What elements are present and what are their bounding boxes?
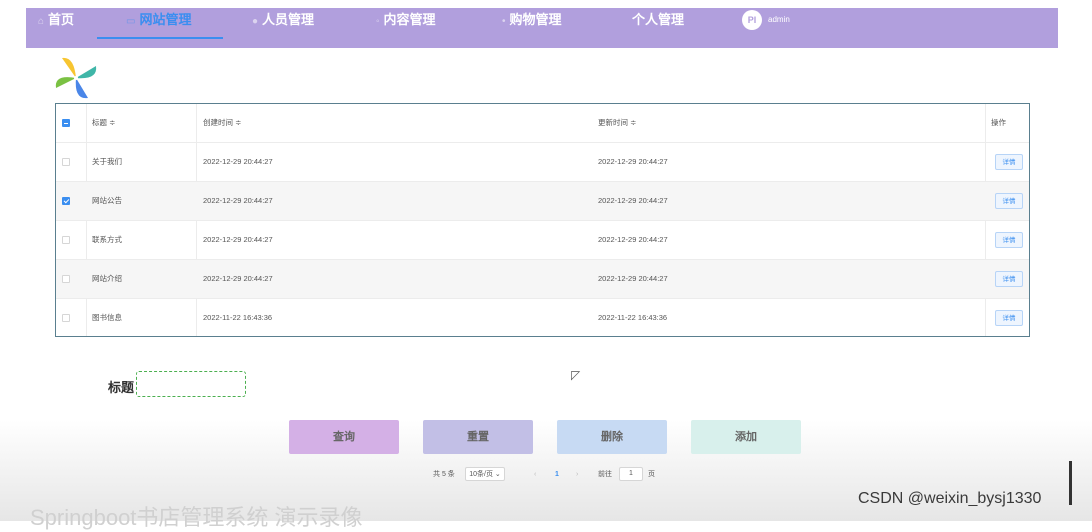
- table-row: 联系方式 2022-12-29 20:44:27 2022-12-29 20:4…: [56, 221, 1029, 260]
- avatar: PI: [742, 10, 762, 30]
- cell-updated: 2022-12-29 20:44:27: [598, 157, 668, 166]
- content-icon: ◦: [376, 16, 380, 27]
- nav-item-label: 人员管理: [262, 12, 315, 27]
- detail-button[interactable]: 详情: [995, 193, 1023, 209]
- query-button[interactable]: 查询: [289, 420, 399, 454]
- cell-created: 2022-12-29 20:44:27: [203, 235, 273, 244]
- cell-title: 网站介绍: [92, 274, 122, 283]
- cell-title: 联系方式: [92, 235, 122, 244]
- detail-button[interactable]: 详情: [995, 310, 1023, 326]
- search-label: 标题: [108, 380, 135, 395]
- scrollbar-thumb[interactable]: [1069, 461, 1072, 505]
- select-all-checkbox[interactable]: [62, 119, 70, 127]
- cell-updated: 2022-12-29 20:44:27: [598, 235, 668, 244]
- cell-created: 2022-11-22 16:43:36: [203, 313, 273, 322]
- detail-button[interactable]: 详情: [995, 271, 1023, 287]
- page-size-value: 10条/页: [469, 471, 493, 478]
- mouse-cursor-icon: ◸: [571, 368, 581, 382]
- page-size-select[interactable]: 10条/页 ⌄: [465, 467, 505, 481]
- user-icon: ●: [252, 16, 259, 27]
- cell-created: 2022-12-29 20:44:27: [203, 157, 273, 166]
- footer-caption: Springboot书店管理系统 演示录像: [30, 505, 363, 530]
- row-checkbox[interactable]: [62, 314, 70, 322]
- cell-title: 关于我们: [92, 157, 122, 166]
- cell-updated: 2022-11-22 16:43:36: [598, 313, 668, 322]
- cell-created: 2022-12-29 20:44:27: [203, 274, 273, 283]
- cart-icon: •: [502, 16, 506, 27]
- delete-button[interactable]: 删除: [557, 420, 667, 454]
- pinwheel-logo-icon: [55, 57, 97, 99]
- nav-item-label: 购物管理: [509, 12, 562, 27]
- nav-item-site-management[interactable]: ▭ 网站管理: [126, 0, 191, 40]
- row-checkbox[interactable]: [62, 236, 70, 244]
- row-checkbox[interactable]: [62, 275, 70, 283]
- header-action: 操作: [991, 118, 1006, 127]
- add-button[interactable]: 添加: [691, 420, 801, 454]
- table-row: 关于我们 2022-12-29 20:44:27 2022-12-29 20:4…: [56, 143, 1029, 182]
- username: admin: [768, 15, 790, 24]
- cell-created: 2022-12-29 20:44:27: [203, 196, 273, 205]
- title-search-input[interactable]: [136, 371, 246, 397]
- table-header-row: 标题 ≑ 创建时间 ≑ 更新时间 ≑ 操作: [56, 104, 1029, 143]
- nav-item-label: 个人管理: [632, 12, 685, 27]
- goto-label: 前往: [598, 471, 612, 478]
- nav-item-label: 网站管理: [139, 12, 192, 27]
- nav-item-home[interactable]: ⌂ 首页: [38, 0, 74, 40]
- home-icon: ⌂: [38, 16, 45, 27]
- monitor-icon: ▭: [126, 16, 136, 27]
- nav-item-label: 内容管理: [383, 12, 436, 27]
- next-page-button[interactable]: ›: [576, 467, 578, 483]
- nav-item-personal-management[interactable]: 个人管理: [632, 0, 684, 40]
- page-number-current[interactable]: 1: [555, 467, 559, 483]
- cell-updated: 2022-12-29 20:44:27: [598, 274, 668, 283]
- header-updated[interactable]: 更新时间 ≑: [598, 104, 636, 142]
- cell-updated: 2022-12-29 20:44:27: [598, 196, 668, 205]
- page-unit-label: 页: [648, 471, 655, 478]
- prev-page-button[interactable]: ‹: [534, 467, 536, 483]
- pager-total: 共 5 条: [433, 471, 455, 478]
- cell-title: 网站公告: [92, 196, 122, 205]
- watermark: CSDN @weixin_bysj1330: [858, 490, 1042, 507]
- row-checkbox[interactable]: [62, 158, 70, 166]
- row-checkbox[interactable]: [62, 197, 70, 205]
- detail-button[interactable]: 详情: [995, 154, 1023, 170]
- data-table: 标题 ≑ 创建时间 ≑ 更新时间 ≑ 操作 关于我们 2022-12-29 20…: [55, 103, 1030, 337]
- table-row: 图书信息 2022-11-22 16:43:36 2022-11-22 16:4…: [56, 299, 1029, 338]
- detail-button[interactable]: 详情: [995, 232, 1023, 248]
- nav-item-content-management[interactable]: ◦ 内容管理: [376, 0, 436, 40]
- goto-page-input[interactable]: [619, 467, 643, 481]
- header-created[interactable]: 创建时间 ≑: [203, 104, 241, 142]
- nav-item-label: 首页: [48, 12, 75, 27]
- table-row: 网站公告 2022-12-29 20:44:27 2022-12-29 20:4…: [56, 182, 1029, 221]
- chevron-down-icon: ⌄: [494, 471, 501, 478]
- header-title[interactable]: 标题 ≑: [92, 104, 115, 142]
- cell-title: 图书信息: [92, 313, 122, 322]
- nav-item-shopping-management[interactable]: • 购物管理: [502, 0, 562, 40]
- table-row: 网站介绍 2022-12-29 20:44:27 2022-12-29 20:4…: [56, 260, 1029, 299]
- nav-item-staff-management[interactable]: ● 人员管理: [252, 0, 314, 40]
- reset-button[interactable]: 重置: [423, 420, 533, 454]
